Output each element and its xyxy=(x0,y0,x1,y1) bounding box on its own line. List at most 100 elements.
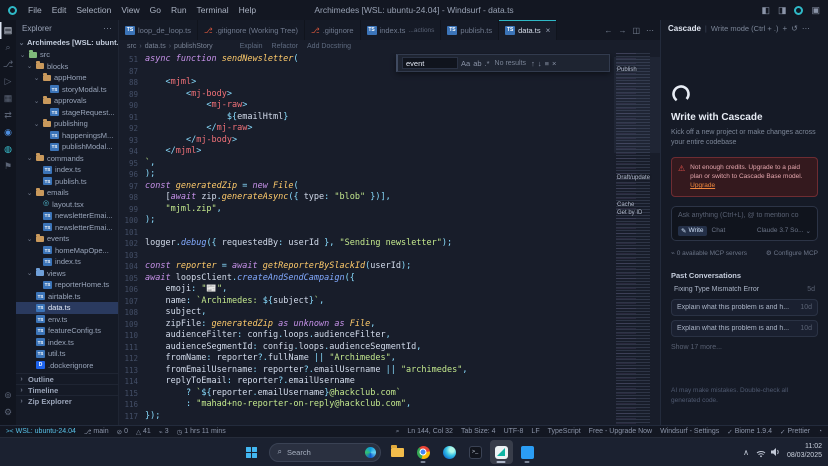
project-root[interactable]: ⌄ Archimedes [WSL: ubunt... xyxy=(16,36,118,49)
cascade-input-box[interactable]: Ask anything (Ctrl+L), @ to mention co ✎… xyxy=(671,206,818,241)
next-match-icon[interactable]: ↓ xyxy=(538,59,542,68)
problems-errors[interactable]: ⊘0 xyxy=(113,428,132,436)
time-tracker[interactable]: ◷1 hrs 11 mins xyxy=(173,428,230,436)
explorer-icon[interactable]: ▤ xyxy=(0,22,16,39)
split-editor-icon[interactable]: ◫ xyxy=(632,26,640,35)
file-newsletteremai[interactable]: TSnewsletterEmai... xyxy=(16,222,118,234)
file-index-ts[interactable]: TSindex.ts xyxy=(16,164,118,176)
upgrade-link[interactable]: Upgrade xyxy=(690,182,715,189)
folder-commands[interactable]: ⌄commands xyxy=(16,153,118,165)
app-edge[interactable] xyxy=(438,440,461,464)
folder-publishing[interactable]: ⌄publishing xyxy=(16,118,118,130)
regex-icon[interactable]: .* xyxy=(485,59,490,68)
find-in-selection-icon[interactable]: ≡ xyxy=(545,59,549,68)
file-index-ts[interactable]: TSindex.ts xyxy=(16,256,118,268)
app-vscode[interactable] xyxy=(516,440,539,464)
folder-emails[interactable]: ⌄emails xyxy=(16,187,118,199)
file-index-ts[interactable]: TSindex.ts xyxy=(16,337,118,349)
file-util-ts[interactable]: TSutil.ts xyxy=(16,348,118,360)
folder-apphome[interactable]: ⌄appHome xyxy=(16,72,118,84)
git-branch[interactable]: ⎇main xyxy=(80,428,113,436)
whole-word-icon[interactable]: ab xyxy=(473,59,481,68)
docker-icon[interactable]: ◉ xyxy=(0,124,16,141)
chat-mode-toggle[interactable]: Chat xyxy=(712,227,726,234)
menu-go[interactable]: Go xyxy=(145,5,166,15)
codelens-explain[interactable]: Explain xyxy=(240,43,263,50)
network-volume-icons[interactable] xyxy=(755,446,781,458)
new-conversation-icon[interactable]: + xyxy=(782,24,787,33)
indentation[interactable]: Tab Size: 4 xyxy=(457,428,500,435)
biome-status[interactable]: ✓Biome 1.9.4 xyxy=(723,428,776,436)
menu-view[interactable]: View xyxy=(116,5,144,15)
run-debug-icon[interactable]: ▷ xyxy=(0,73,16,90)
tab-data-ts[interactable]: TSdata.ts× xyxy=(499,20,557,40)
eol-sequence[interactable]: LF xyxy=(527,428,543,435)
menu-edit[interactable]: Edit xyxy=(47,5,72,15)
file-airtable-ts[interactable]: TSairtable.ts xyxy=(16,291,118,303)
windsurf-settings[interactable]: Windsurf - Settings xyxy=(656,428,723,435)
close-icon[interactable]: × xyxy=(546,26,551,35)
language-mode[interactable]: TypeScript xyxy=(544,428,585,435)
problems-warnings[interactable]: △41 xyxy=(132,428,155,436)
menu-terminal[interactable]: Terminal xyxy=(192,5,234,15)
show-more-link[interactable]: Show 17 more... xyxy=(671,344,818,351)
menu-help[interactable]: Help xyxy=(234,5,261,15)
cascade-icon[interactable]: ◍ xyxy=(0,141,16,158)
file-data-ts[interactable]: TSdata.ts xyxy=(16,302,118,314)
crumb-src[interactable]: src xyxy=(127,43,136,50)
codelens-add-docstring[interactable]: Add Docstring xyxy=(307,43,351,50)
tab-publish-ts[interactable]: TSpublish.ts xyxy=(441,20,499,40)
menu-run[interactable]: Run xyxy=(166,5,192,15)
file-dockerignore[interactable]: D.dockerignore xyxy=(16,360,118,372)
back-icon[interactable]: ← xyxy=(604,26,612,35)
close-find-icon[interactable]: × xyxy=(552,59,556,68)
cursor-position[interactable]: Ln 144, Col 32 xyxy=(403,428,457,435)
tray-chevron-icon[interactable]: ∧ xyxy=(743,448,749,457)
app-chrome[interactable] xyxy=(412,440,435,464)
code-editor[interactable]: 51async function sendNewsletter(8788 <mj… xyxy=(119,53,660,425)
search-icon[interactable]: ⌕ xyxy=(0,39,16,56)
menu-file[interactable]: File xyxy=(23,5,47,15)
customize-layout-icon[interactable]: ▣ xyxy=(811,5,820,16)
settings-gear-icon[interactable]: ⚙ xyxy=(0,404,16,421)
crumb-publishstory[interactable]: publishStory xyxy=(174,43,213,50)
conversation-item[interactable]: Explain what this problem is and h...10d xyxy=(671,320,818,337)
prev-match-icon[interactable]: ↑ xyxy=(531,59,535,68)
history-icon[interactable]: ↺ xyxy=(791,24,798,33)
section-timeline[interactable]: ›Timeline xyxy=(16,384,118,395)
conversation-item[interactable]: Fixing Type Mismatch Error5d xyxy=(671,284,818,295)
file-storymodal-ts[interactable]: TSstoryModal.ts xyxy=(16,84,118,96)
remote-explorer-icon[interactable]: ⇄ xyxy=(0,107,16,124)
taskbar-clock[interactable]: 11:02 08/03/2025 xyxy=(787,443,822,461)
more-actions-icon[interactable]: ⋯ xyxy=(646,26,654,35)
find-input[interactable] xyxy=(402,57,458,69)
menu-selection[interactable]: Selection xyxy=(71,5,116,15)
account-icon[interactable]: ⊚ xyxy=(0,387,16,404)
minimap[interactable]: PublishDraft/updateCacheGet by ID xyxy=(614,53,660,425)
file-homemapope[interactable]: TShomeMapOpe... xyxy=(16,245,118,257)
start-button[interactable] xyxy=(240,440,264,464)
file-env-ts[interactable]: TSenv.ts xyxy=(16,314,118,326)
cascade-toggle-icon[interactable] xyxy=(794,6,803,15)
model-selector[interactable]: Claude 3.7 So...⌄ xyxy=(757,227,811,235)
explorer-more-icon[interactable]: ⋯ xyxy=(103,23,112,34)
file-stagerequest[interactable]: TSstageRequest... xyxy=(16,107,118,119)
forward-icon[interactable]: → xyxy=(618,26,626,35)
forwarded-ports[interactable]: ⌁3 xyxy=(155,428,173,436)
file-featureconfig-ts[interactable]: TSfeatureConfig.ts xyxy=(16,325,118,337)
folder-src[interactable]: ⌄src xyxy=(16,49,118,61)
codelens-refactor[interactable]: Refactor xyxy=(272,43,298,50)
file-publishmodal[interactable]: TSpublishModal... xyxy=(16,141,118,153)
app-file-explorer[interactable] xyxy=(386,440,409,464)
file-publish-ts[interactable]: TSpublish.ts xyxy=(16,176,118,188)
mcp-servers-label[interactable]: ⌁ 0 available MCP servers xyxy=(671,249,747,257)
configure-mcp-button[interactable]: ⚙ Configure MCP xyxy=(766,249,818,257)
tab-loop-de-loop-ts[interactable]: TSloop_de_loop.ts xyxy=(119,20,198,40)
folder-approvals[interactable]: ⌄approvals xyxy=(16,95,118,107)
taskbar-search[interactable]: ⌕ Search xyxy=(269,443,381,462)
write-mode-toggle[interactable]: ✎Write xyxy=(678,226,707,236)
crumb-data-ts[interactable]: data.ts xyxy=(145,43,166,50)
status-search[interactable]: ⌕ xyxy=(392,428,404,436)
tab-gitignore-working-tree[interactable]: ⎇.gitignore (Working Tree) xyxy=(198,20,305,40)
tab-gitignore[interactable]: ⎇.gitignore xyxy=(305,20,361,40)
